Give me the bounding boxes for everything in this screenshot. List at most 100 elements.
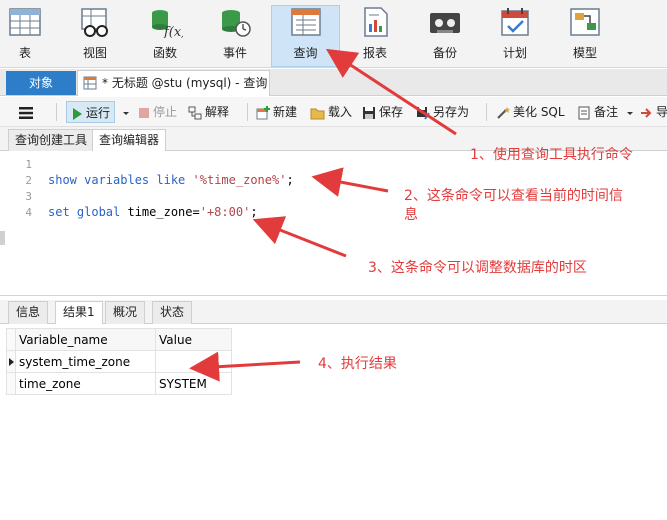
chevron-down-icon — [123, 111, 129, 115]
load-label: 载入 — [328, 105, 353, 119]
stop-label: 停止 — [153, 105, 178, 119]
load-button[interactable]: 载入 — [310, 101, 352, 123]
save-as-button[interactable]: 另存为 — [416, 101, 469, 123]
ribbon-label: 函数 — [152, 46, 177, 60]
table-row[interactable]: system_time_zone — [6, 350, 232, 373]
grid-cell[interactable] — [155, 350, 232, 373]
grid-cell[interactable]: system_time_zone — [15, 350, 156, 373]
new-button[interactable]: 新建 — [256, 101, 297, 123]
stop-button[interactable]: 停止 — [138, 101, 177, 123]
new-query-icon — [256, 105, 270, 119]
ribbon-label: 备份 — [432, 46, 457, 60]
ribbon-label: 报表 — [362, 46, 387, 60]
tab-result1[interactable]: 结果1 — [55, 301, 103, 324]
toolbar-separator — [56, 103, 57, 121]
hamburger-icon — [19, 106, 33, 119]
run-label: 运行 — [86, 106, 111, 120]
sql-terminator: ; — [286, 173, 294, 187]
query-toolbar: 运行 停止 解释 新建 载入 保存 另存为 美化 SQL 备注 导 — [0, 97, 667, 127]
main-ribbon: 表 视图 f(x) 函数 事件 — [0, 0, 667, 68]
ribbon-label: 查询 — [293, 46, 318, 60]
backup-icon — [430, 13, 460, 33]
column-header[interactable]: Variable_name — [15, 328, 156, 351]
save-button[interactable]: 保存 — [362, 101, 403, 123]
result-tabs: 信息 结果1 概况 状态 — [0, 300, 667, 324]
query-icon — [290, 8, 321, 36]
column-header[interactable]: Value — [155, 328, 232, 351]
ribbon-label: 计划 — [502, 46, 527, 60]
sql-keyword: show variables like — [48, 173, 186, 187]
ribbon-table-button[interactable]: 表 — [0, 6, 58, 64]
sql-keyword: set global — [48, 205, 121, 219]
tab-profile[interactable]: 概况 — [105, 301, 146, 324]
magic-wand-icon — [497, 106, 510, 119]
function-icon: f(x) — [152, 10, 183, 38]
sql-identifier: time_zone= — [120, 205, 200, 219]
editor-gutter-marker — [0, 231, 5, 245]
grid-cell[interactable]: SYSTEM — [155, 372, 232, 395]
tab-query-builder[interactable]: 查询创建工具 — [8, 129, 95, 151]
ribbon-schedule-button[interactable]: 计划 — [482, 6, 548, 64]
sql-terminator: ; — [250, 205, 258, 219]
toolbar-separator — [486, 103, 487, 121]
ribbon-report-button[interactable]: 报表 — [342, 6, 408, 64]
run-button[interactable]: 运行 — [66, 101, 116, 123]
tab-status[interactable]: 状态 — [152, 301, 193, 324]
ribbon-label: 表 — [18, 46, 31, 60]
view-icon — [81, 8, 108, 37]
ribbon-label: 事件 — [222, 46, 247, 60]
save-as-label: 另存为 — [433, 105, 470, 119]
run-dropdown-button[interactable] — [122, 101, 132, 123]
note-button[interactable]: 备注 — [577, 101, 637, 123]
document-tab-bar: 对象 * 无标题 @stu (mysql) - 查询 — [0, 69, 667, 96]
event-icon — [222, 10, 251, 37]
save-label: 保存 — [379, 105, 404, 119]
calendar-icon — [501, 8, 529, 36]
row-indicator — [6, 350, 16, 373]
annotation-step4: 4、执行结果 — [318, 356, 397, 372]
tab-query-editor[interactable]: 查询编辑器 — [92, 129, 167, 152]
beautify-sql-button[interactable]: 美化 SQL — [496, 101, 565, 123]
line-number: 2 — [25, 174, 32, 187]
export-icon — [641, 107, 652, 118]
ribbon-query-button[interactable]: 查询 — [271, 5, 340, 67]
ribbon-label: 模型 — [572, 46, 597, 60]
export-button[interactable]: 导 — [639, 101, 667, 123]
table-row[interactable]: time_zone SYSTEM — [6, 372, 232, 395]
explain-icon — [188, 106, 202, 119]
annotation-step1: 1、使用查询工具执行命令 — [470, 147, 633, 163]
chevron-down-icon — [626, 111, 633, 115]
annotation-step2-line2: 息 — [404, 207, 418, 223]
sql-string: '+8:00' — [199, 205, 251, 219]
ribbon-model-button[interactable]: 模型 — [552, 6, 618, 64]
tab-info[interactable]: 信息 — [8, 301, 49, 324]
stop-icon — [139, 107, 149, 118]
line-number: 1 — [25, 158, 32, 171]
toolbar-separator — [247, 103, 248, 121]
grid-cell[interactable]: time_zone — [15, 372, 156, 395]
ribbon-function-button[interactable]: f(x) 函数 — [132, 6, 198, 64]
row-indicator-header — [6, 328, 16, 351]
beautify-label: 美化 SQL — [513, 105, 565, 119]
line-number: 4 — [25, 206, 32, 219]
table-icon — [9, 8, 41, 36]
tab-objects[interactable]: 对象 — [6, 71, 76, 95]
ribbon-view-button[interactable]: 视图 — [62, 6, 128, 64]
line-number: 3 — [25, 190, 32, 203]
model-icon — [570, 8, 600, 36]
explain-label: 解释 — [205, 105, 230, 119]
ribbon-event-button[interactable]: 事件 — [202, 6, 268, 64]
play-icon — [73, 107, 82, 120]
save-icon — [363, 106, 375, 119]
current-row-arrow-icon — [9, 357, 14, 366]
note-label: 备注 — [594, 105, 619, 119]
menu-button[interactable] — [18, 101, 37, 123]
folder-icon — [310, 108, 325, 119]
explain-button[interactable]: 解释 — [188, 101, 229, 123]
ribbon-backup-button[interactable]: 备份 — [412, 6, 478, 64]
note-icon — [578, 106, 590, 119]
tab-query-label: * 无标题 @stu (mysql) - 查询 — [102, 76, 268, 90]
code-line-show-variables: show variables like '%time_zone%'; — [48, 173, 294, 187]
tab-query-untitled[interactable]: * 无标题 @stu (mysql) - 查询 — [77, 70, 270, 96]
grid-header-row: Variable_name Value — [6, 328, 232, 351]
